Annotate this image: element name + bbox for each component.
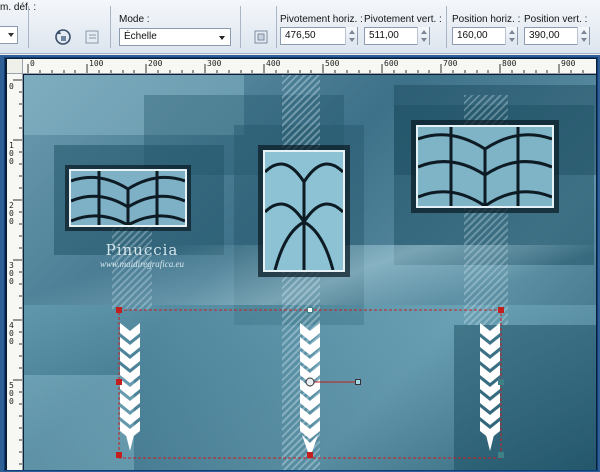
horizontal-ruler[interactable]: 0 100 200 300 400 500 600 700 800 900 [23, 59, 596, 74]
handle-bottom-center[interactable] [307, 452, 313, 458]
rotation-v-label: Pivotement vert. : [364, 14, 442, 25]
ruler-label: 900 [561, 59, 576, 68]
handle-bottom-right[interactable] [498, 452, 504, 458]
rotation-h-spinner[interactable] [345, 27, 357, 45]
handle-top-center[interactable] [307, 307, 313, 313]
ruler-label: 500 [9, 381, 14, 406]
position-v-value: 390,00 [529, 30, 560, 41]
ruler-label: 400 [266, 59, 281, 68]
transform-icon[interactable] [248, 24, 272, 48]
ruler-label: 100 [9, 141, 14, 166]
watermark-url: www.maidiregrafica.eu [100, 259, 184, 269]
workspace: 0 100 200 300 400 500 600 700 800 900 0 … [0, 55, 600, 472]
toolbar-separator [28, 6, 29, 48]
handle-top-left[interactable] [116, 307, 122, 313]
handle-bottom-left[interactable] [116, 452, 122, 458]
preset-dropdown[interactable] [0, 26, 18, 44]
ruler-label: 700 [443, 59, 458, 68]
ruler-label: 200 [9, 201, 14, 226]
chevron-down-icon [219, 36, 225, 40]
ruler-label: 0 [30, 59, 35, 68]
rotation-handle[interactable] [355, 379, 361, 385]
ruler-label: 800 [502, 59, 517, 68]
handle-middle-right[interactable] [498, 379, 504, 385]
ruler-label: 0 [9, 82, 14, 91]
rotation-v-input[interactable]: 511,00 [364, 27, 430, 45]
tool-options-toolbar: m. déf. : Mode : Échelle Pivotement hori… [0, 0, 600, 54]
toolbar-separator [110, 6, 111, 48]
toolbar-separator [276, 6, 277, 48]
ruler-label: 300 [9, 261, 14, 286]
toolbar-separator [446, 6, 447, 48]
vertical-ruler[interactable]: 0 100 200 300 400 500 [7, 74, 23, 470]
rotation-h-label: Pivotement horiz. : [280, 14, 363, 25]
ruler-label: 400 [9, 321, 14, 346]
position-h-label: Position horiz. : [452, 14, 521, 25]
image-canvas[interactable]: Pinuccia www.maidiregrafica.eu [24, 75, 596, 470]
mode-value: Échelle [124, 31, 157, 42]
handle-middle-left[interactable] [116, 379, 122, 385]
handle-top-right[interactable] [498, 307, 504, 313]
layer-icon[interactable] [80, 24, 104, 48]
position-h-value: 160,00 [457, 30, 488, 41]
position-v-input[interactable]: 390,00 [524, 27, 590, 45]
position-v-label: Position vert. : [524, 14, 588, 25]
ruler-label: 600 [384, 59, 399, 68]
rotation-v-spinner[interactable] [417, 27, 429, 45]
ruler-label: 100 [89, 59, 104, 68]
framed-picture-left [69, 169, 187, 227]
ruler-label: 200 [148, 59, 163, 68]
rotation-h-value: 476,50 [285, 30, 316, 41]
selection-bounding-box[interactable] [114, 305, 509, 465]
ruler-label: 300 [207, 59, 222, 68]
watermark-name: Pinuccia [105, 241, 179, 259]
position-v-spinner[interactable] [577, 27, 589, 45]
rotation-v-value: 511,00 [369, 30, 399, 41]
rotation-h-input[interactable]: 476,50 [280, 27, 358, 45]
framed-picture-center [263, 150, 345, 272]
position-h-spinner[interactable] [505, 27, 517, 45]
reset-icon[interactable] [50, 24, 74, 48]
watermark: Pinuccia www.maidiregrafica.eu [82, 241, 202, 269]
ruler-label: 500 [325, 59, 340, 68]
mode-select[interactable]: Échelle [119, 28, 231, 46]
position-h-input[interactable]: 160,00 [452, 27, 518, 45]
framed-picture-right [416, 125, 554, 208]
preset-label: m. déf. : [0, 2, 37, 13]
ruler-corner [7, 59, 23, 74]
mode-label: Mode : [119, 14, 150, 25]
toolbar-separator [240, 6, 241, 48]
